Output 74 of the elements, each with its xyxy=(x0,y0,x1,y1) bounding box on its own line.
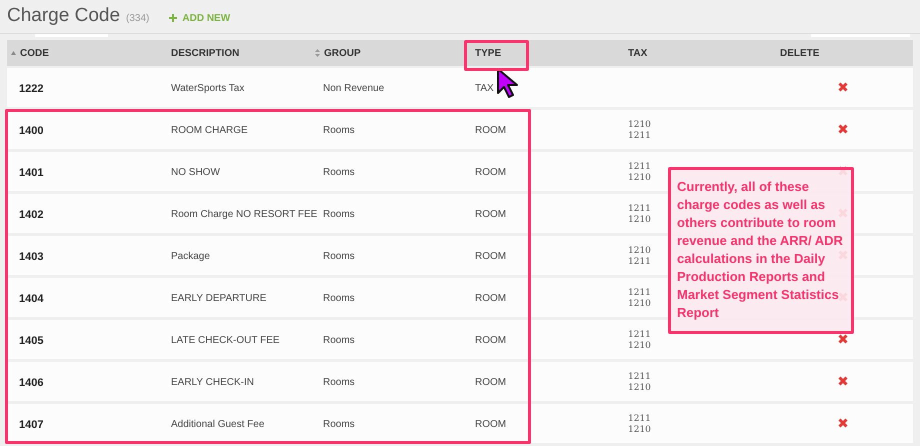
tax-code: 1211 xyxy=(628,257,651,268)
column-header[interactable]: DESCRIPTION xyxy=(171,40,240,66)
type-cell-text: ROOM xyxy=(475,418,506,432)
group-cell-text: Non Revenue xyxy=(323,82,384,96)
sort-icon xyxy=(315,49,320,57)
code-cell-text: 1405 xyxy=(19,334,44,349)
description-cell-text: EARLY CHECK-IN xyxy=(171,376,254,390)
type-cell-text: ROOM xyxy=(475,376,506,390)
tax-code: 1211 xyxy=(628,288,651,299)
column-header[interactable]: DELETE xyxy=(780,40,820,66)
group-cell-text: Rooms xyxy=(323,250,355,264)
code-cell-text: 1403 xyxy=(19,250,44,265)
description-cell-text: Package xyxy=(171,250,210,264)
callout-tooltip: Currently, all of these charge codes as well as others contribute to room revenue and the ARR/ ADR calculations in the Daily Production Reports and Market Segment Statistics Report xyxy=(668,167,854,334)
tax-code: 1210 xyxy=(628,299,651,310)
tax-code: 1210 xyxy=(628,173,651,184)
type-cell-text: ROOM xyxy=(475,250,506,264)
code-cell-text: 1407 xyxy=(19,418,44,433)
column-header[interactable]: CODE xyxy=(11,40,49,66)
type-cell-text: ROOM xyxy=(475,208,506,222)
group-cell-text: Rooms xyxy=(323,418,355,432)
sort-up-icon xyxy=(11,51,16,55)
description-cell-text: LATE CHECK-OUT FEE xyxy=(171,334,280,348)
description-cell-text: NO SHOW xyxy=(171,166,220,180)
table-row[interactable]: 1405 LATE CHECK-OUT FEE Rooms ROOM 1211 1210 xyxy=(7,320,913,359)
tax-code: 1211 xyxy=(628,372,651,383)
column-header[interactable]: GROUP xyxy=(315,40,361,66)
plus-icon xyxy=(169,14,178,22)
table-row[interactable]: 1407 Additional Guest Fee Rooms ROOM 1211 1210 xyxy=(7,404,913,443)
tax-code: 1210 xyxy=(628,246,651,257)
tax-code: 1211 xyxy=(628,131,651,142)
description-cell-text: Room Charge NO RESORT FEE xyxy=(171,208,318,222)
code-cell-text: 1222 xyxy=(19,82,44,97)
tax-code: 1211 xyxy=(628,414,651,425)
tax-code: 1210 xyxy=(628,425,651,436)
description-cell-text: ROOM CHARGE xyxy=(171,124,248,138)
description-cell-text: Additional Guest Fee xyxy=(171,418,264,432)
description-cell-text: WaterSports Tax xyxy=(171,82,244,96)
code-cell-text: 1402 xyxy=(19,208,44,223)
tax-code: 1210 xyxy=(628,341,651,352)
group-cell-text: Rooms xyxy=(323,334,355,348)
delete-icon[interactable] xyxy=(838,418,848,428)
table-row[interactable]: 1222 WaterSports Tax Non Revenue TAX xyxy=(7,68,913,107)
code-cell-text: 1400 xyxy=(19,124,44,139)
code-cell-text: 1404 xyxy=(19,292,44,307)
tax-code: 1210 xyxy=(628,215,651,226)
description-cell-text: EARLY DEPARTURE xyxy=(171,292,266,306)
code-cell-text: 1406 xyxy=(19,376,44,391)
page-title: Charge Code xyxy=(7,4,120,28)
group-cell-text: Rooms xyxy=(323,292,355,306)
table-row[interactable]: 1400 ROOM CHARGE Rooms ROOM 1210 1211 xyxy=(7,110,913,149)
delete-icon[interactable] xyxy=(838,124,848,134)
delete-icon[interactable] xyxy=(838,376,848,386)
tax-code: 1211 xyxy=(628,204,651,215)
tax-code: 1211 xyxy=(628,162,651,173)
table-row[interactable]: 1406 EARLY CHECK-IN Rooms ROOM 1211 1210 xyxy=(7,362,913,401)
record-count: (334) xyxy=(126,12,150,26)
type-cell-text: ROOM xyxy=(475,292,506,306)
tax-code: 1210 xyxy=(628,120,651,131)
tax-code: 1210 xyxy=(628,383,651,394)
group-cell-text: Rooms xyxy=(323,124,355,138)
code-cell-text: 1401 xyxy=(19,166,44,181)
type-cell-text: ROOM xyxy=(475,166,506,180)
type-cell-text: TAX xyxy=(475,82,494,96)
column-header[interactable]: TYPE xyxy=(475,40,502,66)
tax-code: 1211 xyxy=(628,330,651,341)
delete-icon[interactable] xyxy=(838,82,848,92)
type-cell-text: ROOM xyxy=(475,124,506,138)
group-cell-text: Rooms xyxy=(323,166,355,180)
delete-icon[interactable] xyxy=(838,334,848,344)
column-header[interactable]: TAX xyxy=(628,40,648,66)
type-cell-text: ROOM xyxy=(475,334,506,348)
group-cell-text: Rooms xyxy=(323,208,355,222)
group-cell-text: Rooms xyxy=(323,376,355,390)
